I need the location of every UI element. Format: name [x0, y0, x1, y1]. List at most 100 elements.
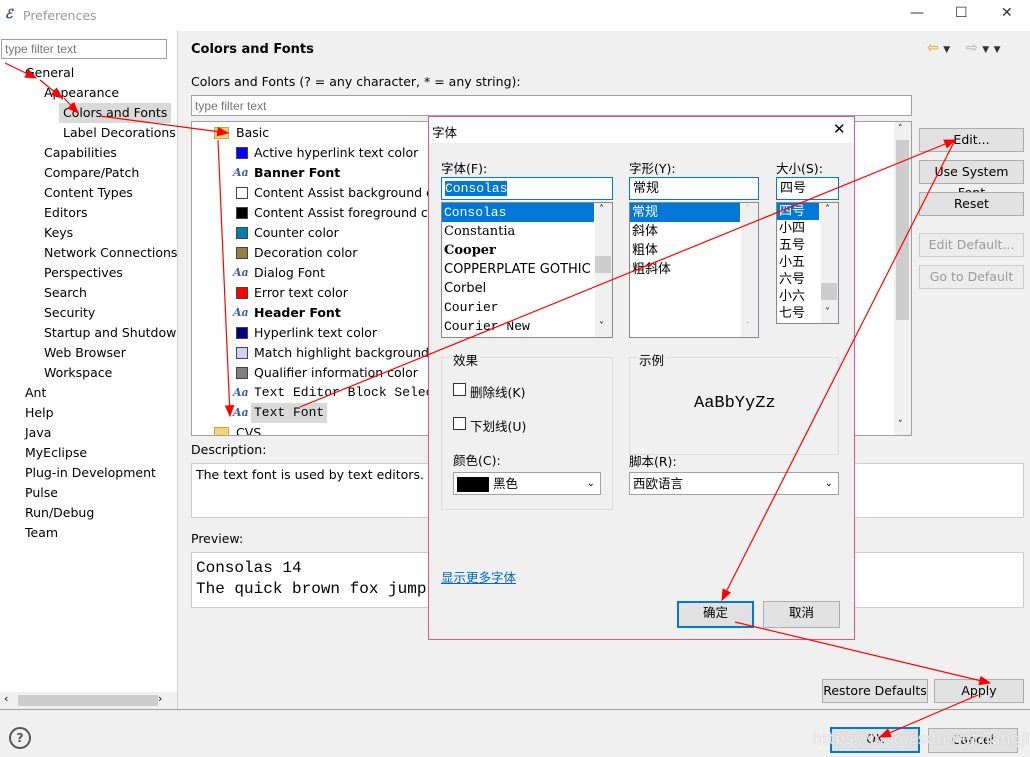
tree-label: Content Assist background co [254, 185, 441, 200]
font-list-item[interactable]: Cooper [442, 241, 594, 260]
tree-label: Dialog Font [254, 265, 326, 280]
font-dialog-ok-button[interactable]: 确定 [677, 601, 754, 628]
sidebar-item[interactable]: Editors [40, 203, 92, 223]
restore-defaults-button[interactable]: Restore Defaults [822, 679, 928, 703]
size-list-item[interactable]: 七号 [777, 305, 819, 322]
tree-label: Hyperlink text color [254, 325, 378, 340]
folder-icon [214, 127, 229, 139]
chevron-down-icon: ⌄ [824, 478, 833, 489]
sidebar-item[interactable]: Colors and Fonts [59, 103, 172, 123]
sidebar-item[interactable]: Content Types [40, 183, 137, 203]
style-list[interactable]: 常规 斜体 粗体 粗斜体 ˄ ˅ [629, 202, 759, 338]
font-list-item[interactable]: Consolas [442, 203, 594, 222]
sidebar-item[interactable]: Help [21, 403, 58, 423]
size-list-item[interactable]: 小五 [777, 254, 819, 271]
font-list-item[interactable]: Constantia [442, 222, 594, 241]
style-list-item[interactable]: 粗斜体 [630, 260, 740, 279]
color-swatch [457, 477, 489, 492]
sidebar-item[interactable]: Search [40, 283, 91, 303]
show-more-fonts-link[interactable]: 显示更多字体 [441, 567, 516, 586]
back-icon[interactable]: ⇦ ▼ [927, 40, 950, 56]
font-list-item[interactable]: Courier [442, 298, 594, 317]
font-icon: Aa [233, 166, 249, 179]
strikethrough-checkbox[interactable] [453, 383, 466, 396]
use-system-font-button[interactable]: Use System Font [919, 160, 1024, 200]
style-list-item[interactable]: 斜体 [630, 222, 740, 241]
apply-button[interactable]: Apply [934, 679, 1024, 703]
sidebar-item[interactable]: Workspace [40, 363, 116, 383]
sidebar-item[interactable]: Ant [21, 383, 50, 403]
size-list-item[interactable]: 六号 [777, 271, 819, 288]
sidebar-item[interactable]: Perspectives [40, 263, 127, 283]
script-select[interactable]: 西欧语言 ⌄ [629, 472, 839, 495]
sidebar-item[interactable]: Startup and Shutdow [40, 323, 180, 343]
edit-button[interactable]: Edit... [919, 128, 1024, 152]
folder-icon [214, 427, 229, 435]
help-icon[interactable]: ? [9, 727, 31, 749]
eclipse-logo-icon: ℰ [5, 6, 13, 21]
sidebar-item[interactable]: Keys [40, 223, 77, 243]
close-button[interactable]: ✕ [1001, 5, 1013, 21]
edit-default-button[interactable]: Edit Default... [919, 233, 1024, 257]
font-dialog-cancel-button[interactable]: 取消 [763, 601, 840, 628]
filter-label: Colors and Fonts (? = any character, * =… [191, 74, 521, 89]
go-to-default-button[interactable]: Go to Default [919, 265, 1024, 289]
sidebar-item[interactable]: Network Connections [40, 243, 181, 263]
sidebar-hscrollbar[interactable]: ‹ › [0, 692, 177, 709]
sidebar-item[interactable]: Label Decorations [59, 123, 180, 143]
font-dialog: 字体 ✕ 字体(F): Consolas Consolas Constantia C… [428, 116, 855, 640]
font-list-item[interactable]: Courier New [442, 317, 594, 336]
style-list-scrollbar[interactable]: ˄ ˅ [741, 203, 758, 337]
tree-label: Content Assist foreground col [254, 205, 439, 220]
font-style-input[interactable]: 常规 [629, 177, 759, 200]
size-list-item[interactable]: 小四 [777, 220, 819, 237]
size-list-scrollbar[interactable]: ˄ ˅ [821, 203, 838, 323]
reset-button[interactable]: Reset [919, 192, 1024, 216]
size-list-item[interactable]: 四号 [777, 203, 819, 220]
underline-checkbox[interactable] [453, 417, 466, 430]
font-size-input[interactable]: 四号 [776, 177, 839, 200]
sidebar-item[interactable]: Security [40, 303, 99, 323]
sidebar-item[interactable]: MyEclipse [21, 443, 91, 463]
sidebar-item[interactable]: Compare/Patch [40, 163, 143, 183]
underline-label: 下划线(U) [470, 419, 527, 434]
colors-filter-input[interactable] [191, 95, 912, 116]
tree-label: Qualifier information color [254, 365, 418, 380]
font-list[interactable]: Consolas Constantia Cooper COPPERPLATE GOTH… [441, 202, 613, 338]
sidebar-item[interactable]: Web Browser [40, 343, 130, 363]
chevron-down-icon: ⌄ [586, 478, 595, 489]
tree-scrollbar[interactable]: ˄ ˅ [894, 122, 911, 435]
sample-text: AaBbYyZz [694, 394, 776, 413]
size-list-item[interactable]: 小六 [777, 288, 819, 305]
font-name-input[interactable]: Consolas [441, 177, 613, 200]
description-label: Description: [191, 442, 267, 457]
sidebar-item[interactable]: Pulse [21, 483, 62, 503]
forward-icon[interactable]: ⇨ ▼ ▼ [966, 40, 1000, 56]
font-icon: Aa [233, 386, 249, 399]
color-swatch-icon [236, 287, 248, 299]
font-list-scrollbar[interactable]: ˄ ˅ [595, 203, 612, 337]
style-list-item[interactable]: 粗体 [630, 241, 740, 260]
sidebar-filter-input[interactable] [1, 39, 167, 59]
color-swatch-icon [236, 247, 248, 259]
minimize-button[interactable]: — [910, 5, 924, 21]
color-select[interactable]: 黑色 ⌄ [453, 472, 601, 495]
color-swatch-icon [236, 347, 248, 359]
maximize-button[interactable]: ☐ [955, 5, 968, 21]
sidebar-item[interactable]: Capabilities [40, 143, 121, 163]
sidebar-item[interactable]: Plug-in Development [21, 463, 160, 483]
size-list[interactable]: 四号 小四 五号 小五 六号 小六 七号 ˄ ˅ [776, 202, 839, 324]
tree-label: Banner Font [254, 165, 341, 180]
size-list-item[interactable]: 五号 [777, 237, 819, 254]
tree-label: Text Editor Block Selecti [254, 385, 450, 400]
sidebar-item[interactable]: Appearance [40, 83, 123, 103]
sidebar-item[interactable]: Run/Debug [21, 503, 98, 523]
sidebar-item[interactable]: Java [21, 423, 55, 443]
font-list-item[interactable]: COPPERPLATE GOTHIC [442, 260, 594, 279]
font-dialog-close-icon[interactable]: ✕ [833, 120, 846, 138]
sidebar-item[interactable]: Team [21, 523, 62, 543]
style-list-item[interactable]: 常规 [630, 203, 740, 222]
tree-label: Match highlight background c [254, 345, 440, 360]
sidebar-item[interactable]: General [21, 63, 78, 83]
font-list-item[interactable]: Corbel [442, 279, 594, 298]
